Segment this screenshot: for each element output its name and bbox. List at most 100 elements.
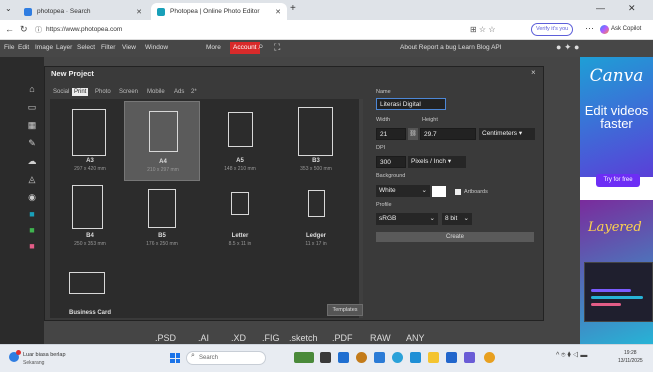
task-view-icon[interactable] [320,352,331,363]
weather-text[interactable]: Luar biasa berlap [23,352,66,358]
app-icon[interactable] [464,352,475,363]
template-b4[interactable]: B4 250 x 353 mm [52,180,128,260]
social-icons[interactable]: ● ✦ ● [556,42,579,53]
reload-icon[interactable]: ↻ [20,24,28,35]
copilot-button[interactable]: Ask Copilot [611,26,641,32]
menu-window[interactable]: Window [145,44,168,51]
ad-cta-button[interactable]: Try for free [596,174,640,187]
folder-icon[interactable] [428,352,439,363]
tab-screen[interactable]: Screen [117,88,140,96]
windows-start-icon[interactable] [170,353,180,363]
cloud-icon[interactable]: ☁ [26,156,38,167]
menu-links[interactable]: About Report a bug Learn Blog API [400,44,502,51]
reddit-icon[interactable]: ● [556,42,561,52]
tab-ads[interactable]: Ads [172,88,186,96]
app-icon[interactable] [374,352,385,363]
close-tab-icon[interactable]: ✕ [136,8,142,16]
clock-time[interactable]: 19:28 [624,350,637,356]
tab-photo[interactable]: Photo [93,88,113,96]
create-button[interactable]: Create [376,232,534,242]
unit-select[interactable]: Centimeters ▾ [479,128,535,140]
menu-edit[interactable]: Edit [18,44,29,51]
menu-more[interactable]: More [206,44,221,51]
menu-filter[interactable]: Filter [101,44,115,51]
facebook-icon[interactable]: ● [574,42,579,52]
verify-profile-button[interactable]: Verify it's you [531,23,574,36]
template-letter[interactable]: Letter 8.5 x 11 in [202,180,278,260]
url-field[interactable]: https://www.photopea.com [46,26,122,33]
tab-mobile[interactable]: Mobile [145,88,167,96]
profile-select[interactable]: sRGB ⌄ [376,213,438,225]
template-a3[interactable]: A3 297 x 420 mm [52,101,128,181]
menu-select[interactable]: Select [77,44,95,51]
shape-icon[interactable]: ◬ [26,174,38,185]
browser-icon[interactable] [484,352,495,363]
artboards-checkbox[interactable] [455,189,461,195]
format-pdf[interactable]: .PDF [332,333,353,343]
new-tab-button[interactable]: + [290,3,296,14]
app-icon[interactable]: ■ [26,241,38,251]
brush-icon[interactable]: ✎ [26,138,38,149]
template-business-card[interactable]: Business Card [52,262,128,318]
clock-date[interactable]: 13/11/2025 [618,358,643,364]
account-button[interactable]: Account [230,42,260,54]
store-icon[interactable] [338,352,349,363]
tab-search[interactable]: photopea · Search ✕ [18,3,148,20]
template-ledger[interactable]: Ledger 11 x 17 in [278,180,354,260]
tab-list-dropdown-icon[interactable]: ⌄ [5,4,12,13]
twitter-icon[interactable]: ✦ [564,42,572,52]
info-icon[interactable]: ⓘ [35,25,42,35]
menu-view[interactable]: View [122,44,136,51]
chrome-icon[interactable] [356,352,367,363]
address-actions-icons[interactable]: ⊞ ☆ ☆ [470,25,496,34]
format-fig[interactable]: .FIG [262,333,280,343]
photopea-app-icon[interactable]: ■ [26,209,38,219]
menu-layer[interactable]: Layer [56,44,72,51]
system-tray[interactable]: ^ ⌾ ⧫ ◁ ▬ [556,352,587,360]
template-b5[interactable]: B5 176 x 250 mm [124,180,200,260]
template-b3[interactable]: B3 353 x 500 mm [278,101,354,181]
tab-print[interactable]: Print [72,88,89,96]
format-xd[interactable]: .XD [231,333,246,343]
templates-button[interactable]: Templates [327,304,363,316]
copilot-icon[interactable] [600,25,609,34]
tab-social[interactable]: Social [51,88,71,96]
image-icon[interactable]: ▦ [26,120,38,131]
fullscreen-icon[interactable]: ⛶ [274,42,280,53]
background-select[interactable]: White ⌄ [376,185,430,197]
tab-recent[interactable]: 2* [189,88,199,96]
widget-icon[interactable] [294,352,314,363]
width-input[interactable]: 21 [376,128,406,140]
home-icon[interactable]: ⌂ [26,84,38,94]
window-close-button[interactable]: ✕ [628,3,636,14]
dialog-close-button[interactable]: × [531,68,536,77]
edge-icon[interactable] [392,352,403,363]
bit-depth-select[interactable]: 8 bit ⌄ [442,213,472,225]
template-a5[interactable]: A5 148 x 210 mm [202,101,278,181]
menu-image[interactable]: Image [35,44,53,51]
templates-scrollbar[interactable] [359,99,363,318]
dpi-unit-select[interactable]: Pixels / Inch ▾ [408,156,466,168]
link-icon[interactable]: ⛓ [408,128,418,140]
menu-file[interactable]: File [4,44,14,51]
vectorpea-app-icon[interactable]: ■ [26,225,38,235]
format-ai[interactable]: .AI [198,333,209,343]
dpi-input[interactable]: 300 [376,156,406,168]
word-icon[interactable] [446,352,457,363]
height-input[interactable]: 29.7 [420,128,476,140]
more-icon[interactable]: ⋯ [585,23,594,34]
close-tab-icon[interactable]: ✕ [275,8,281,16]
name-input[interactable]: Literasi Digital [376,98,446,110]
tab-photopea[interactable]: Photopea | Online Photo Editor ✕ [151,3,287,20]
format-sketch[interactable]: .sketch [289,333,318,343]
format-psd[interactable]: .PSD [155,333,176,343]
explorer-icon[interactable] [410,352,421,363]
discord-icon[interactable]: ◉ [26,192,38,203]
format-any[interactable]: ANY [406,333,425,343]
background-color-swatch[interactable] [432,186,446,197]
search-icon[interactable]: ⌕ [258,41,264,52]
format-raw[interactable]: RAW [370,333,391,343]
monitor-icon[interactable]: ▭ [26,102,38,113]
taskbar-search[interactable]: Search [186,351,266,365]
back-icon[interactable]: ← [5,24,14,34]
